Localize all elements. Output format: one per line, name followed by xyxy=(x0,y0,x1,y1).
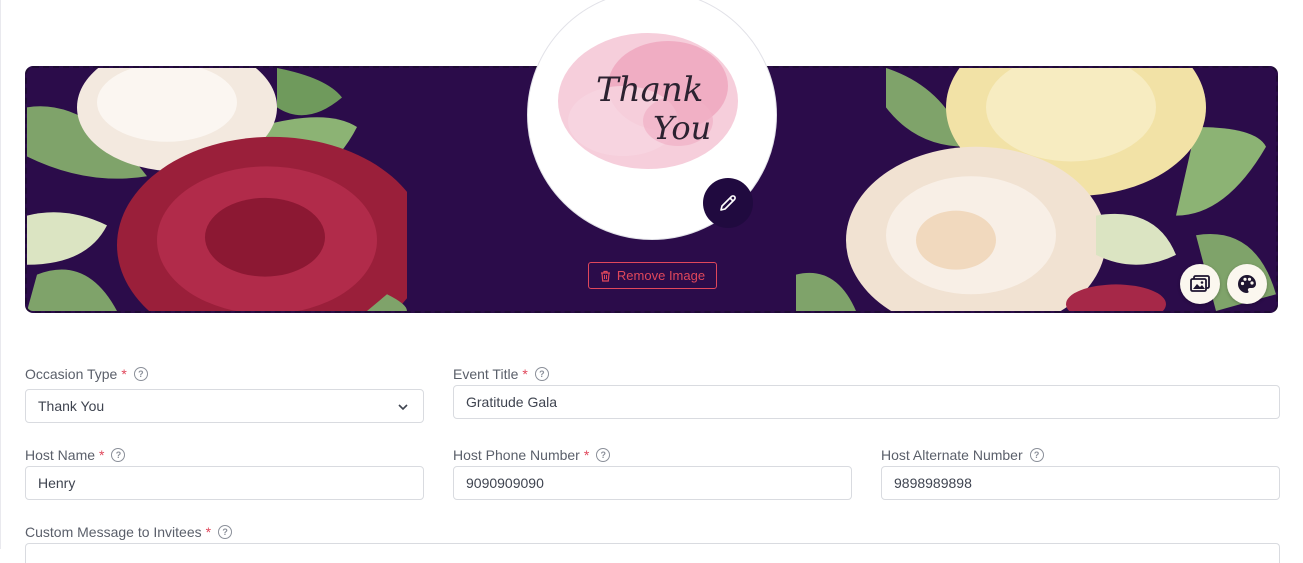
change-theme-color-button[interactable] xyxy=(1227,264,1267,304)
host-alt-phone-label-text: Host Alternate Number xyxy=(881,447,1023,463)
required-mark: * xyxy=(522,366,528,382)
host-alt-phone-label: Host Alternate Number ? xyxy=(881,447,1044,463)
host-phone-input[interactable]: 9090909090 xyxy=(453,466,852,500)
chevron-down-icon xyxy=(398,404,408,411)
custom-message-textarea[interactable] xyxy=(25,543,1280,563)
host-phone-label: Host Phone Number * ? xyxy=(453,447,611,463)
event-title-input[interactable]: Gratitude Gala xyxy=(453,385,1280,419)
occasion-type-label: Occasion Type * ? xyxy=(25,366,148,382)
host-name-label: Host Name * ? xyxy=(25,447,126,463)
floral-decoration-left xyxy=(27,68,407,311)
event-title-label-text: Event Title xyxy=(453,366,519,382)
required-mark: * xyxy=(583,447,590,463)
remove-image-label: Remove Image xyxy=(616,268,706,283)
occasion-type-label-text: Occasion Type xyxy=(25,366,118,382)
avatar-text-line2: You xyxy=(653,109,711,147)
custom-message-label-text: Custom Message to Invitees xyxy=(25,524,202,540)
custom-message-label: Custom Message to Invitees * ? xyxy=(25,524,233,540)
avatar-text-line1: Thank xyxy=(596,70,703,110)
host-name-input[interactable]: Henry xyxy=(25,466,424,500)
required-mark: * xyxy=(121,366,127,382)
occasion-type-value: Thank You xyxy=(38,398,105,414)
image-gallery-icon xyxy=(1190,275,1210,292)
host-name-value: Henry xyxy=(38,475,76,491)
page-left-border xyxy=(0,0,1,549)
palette-icon xyxy=(1238,275,1256,293)
trash-icon xyxy=(600,270,610,282)
help-icon[interactable]: ? xyxy=(1029,448,1044,462)
event-title-label: Event Title * ? xyxy=(453,366,549,382)
host-phone-label-text: Host Phone Number xyxy=(453,447,580,463)
help-icon[interactable]: ? xyxy=(596,448,611,462)
host-name-label-text: Host Name xyxy=(25,447,96,463)
remove-image-button[interactable]: Remove Image xyxy=(588,262,717,289)
pencil-icon xyxy=(720,195,736,211)
change-cover-image-button[interactable] xyxy=(1180,264,1220,304)
required-mark: * xyxy=(205,524,212,540)
help-icon[interactable]: ? xyxy=(218,525,233,539)
host-phone-value: 9090909090 xyxy=(466,475,544,491)
host-alt-phone-input[interactable]: 9898989898 xyxy=(881,466,1280,500)
required-mark: * xyxy=(99,447,105,463)
occasion-type-select[interactable]: Thank You xyxy=(25,389,424,423)
help-icon[interactable]: ? xyxy=(133,367,148,381)
edit-profile-image-button[interactable] xyxy=(703,178,753,228)
help-icon[interactable]: ? xyxy=(534,367,549,381)
host-alt-phone-value: 9898989898 xyxy=(894,475,972,491)
event-title-value: Gratitude Gala xyxy=(466,394,558,410)
help-icon[interactable]: ? xyxy=(111,448,126,462)
